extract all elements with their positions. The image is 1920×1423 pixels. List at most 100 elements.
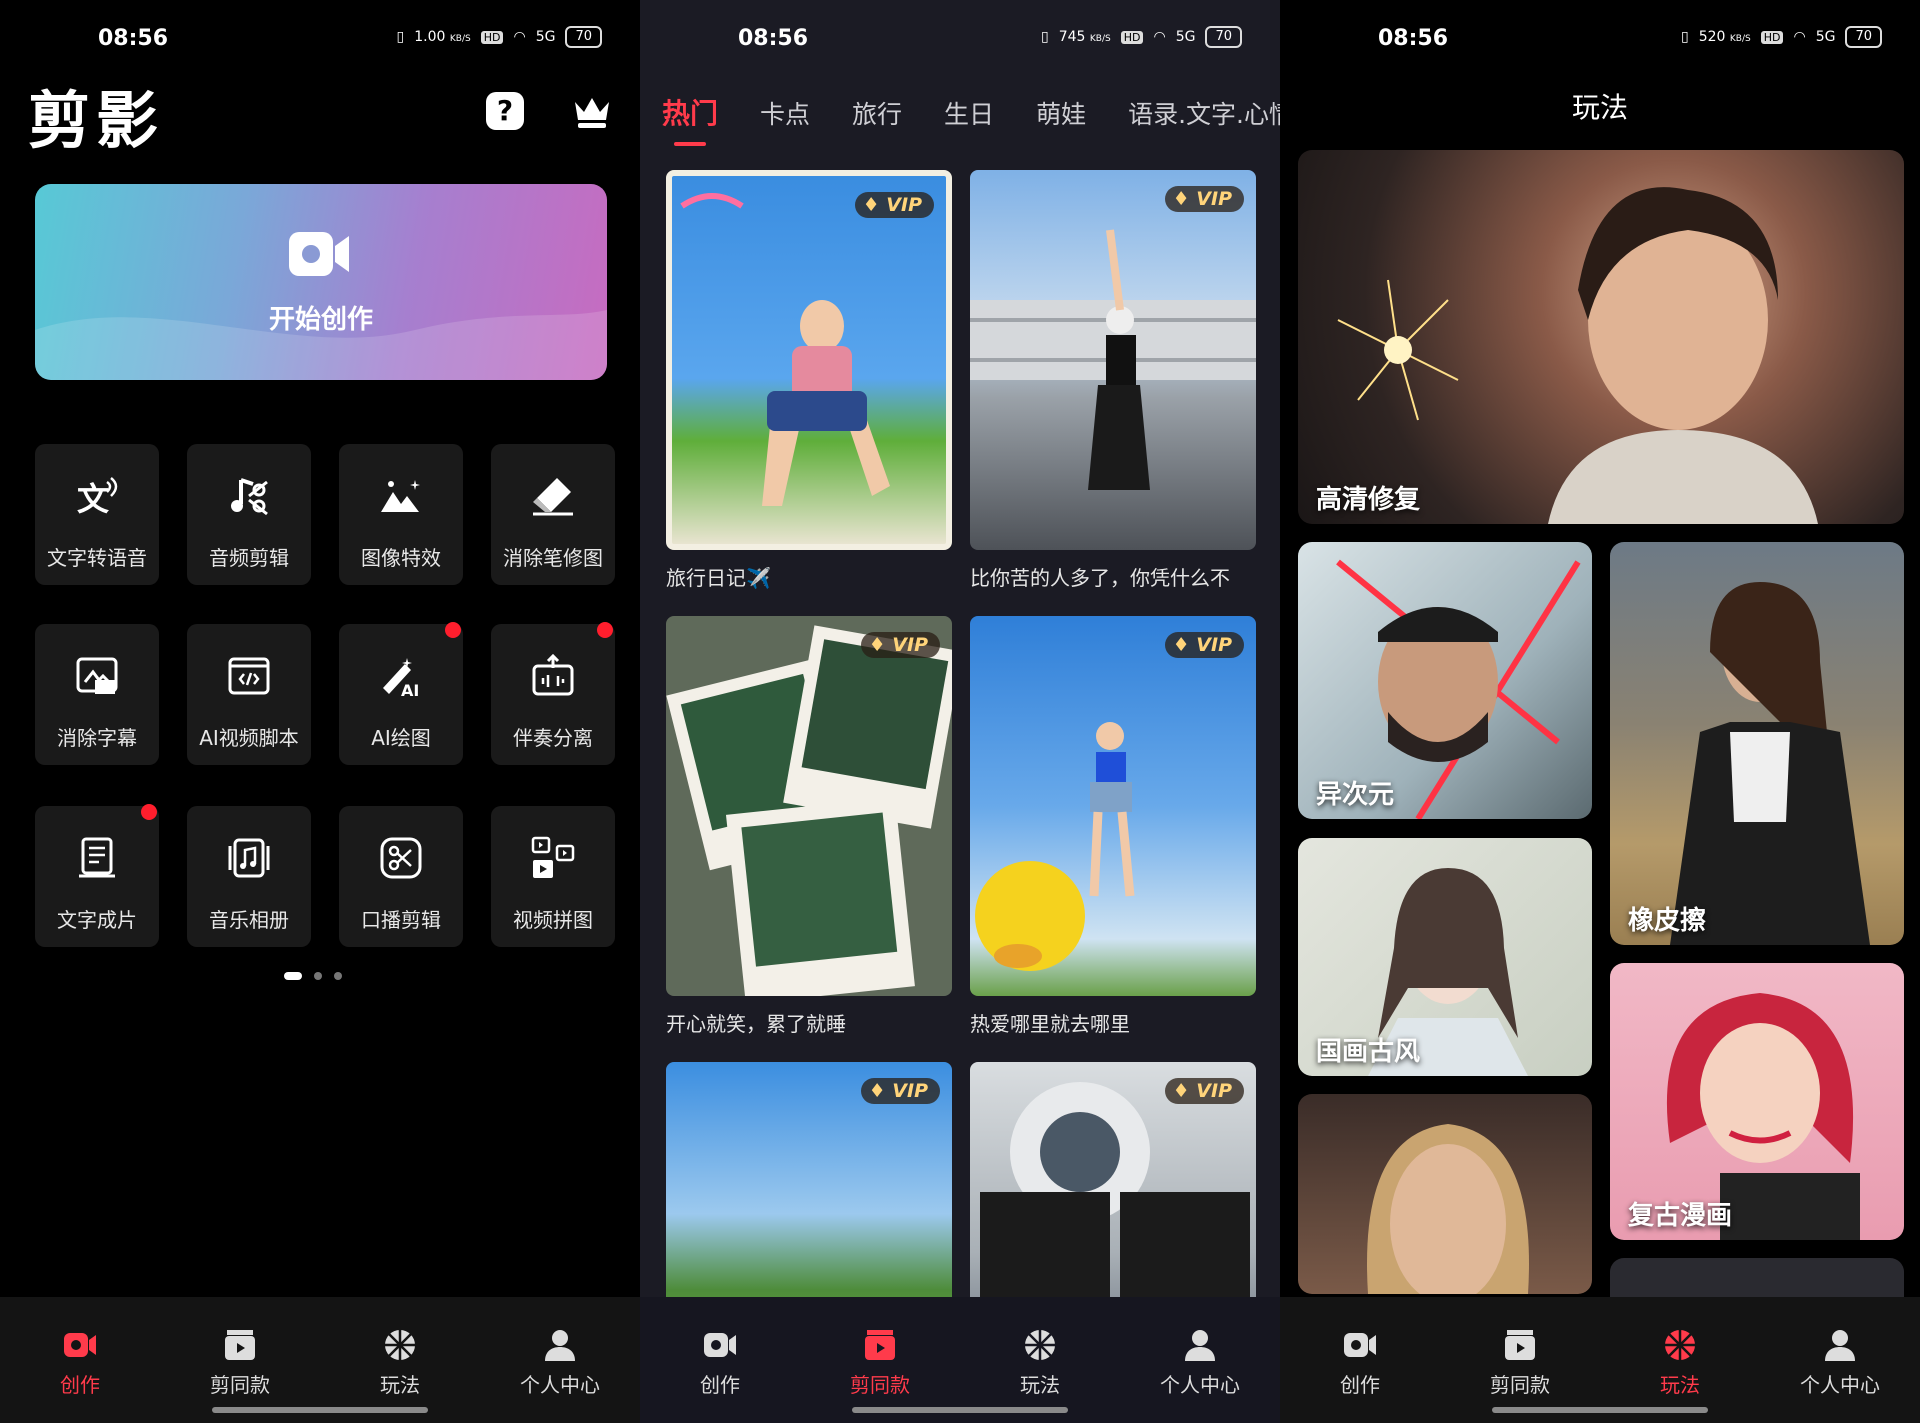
tool-video-collage[interactable]: 视频拼图 (491, 806, 615, 947)
tab-create[interactable]: 创作 (650, 1327, 790, 1398)
page-indicator (284, 972, 342, 980)
template-caption: 旅行日记✈️ (666, 566, 771, 590)
user-icon (545, 1330, 575, 1361)
tool-image-effects[interactable]: 图像特效 (339, 444, 463, 585)
tool-eraser[interactable]: 消除笔修图 (491, 444, 615, 585)
play-card-retro-comic[interactable]: 复古漫画 (1610, 963, 1904, 1240)
tool-text-to-video[interactable]: 文字成片 (35, 806, 159, 947)
text-to-video-icon (79, 837, 115, 878)
template-thumbnail: ♦ VIP (970, 170, 1256, 550)
video-camera-icon (64, 1333, 96, 1357)
ball-icon (385, 1330, 415, 1360)
vip-crown-icon[interactable] (572, 92, 612, 130)
template-caption: 热爱哪里就去哪里 (970, 1012, 1130, 1036)
user-icon (1185, 1330, 1215, 1361)
play-card-eraser[interactable]: 橡皮擦 (1610, 542, 1904, 945)
clapperboard-icon (1505, 1330, 1535, 1360)
tab-play[interactable]: 玩法 (970, 1327, 1110, 1398)
clapperboard-icon (225, 1330, 255, 1360)
play-card-hd-restore[interactable]: 高清修复 (1298, 150, 1904, 524)
play-card-dimension[interactable]: 异次元 (1298, 542, 1592, 819)
wifi-icon: ◠ (1793, 29, 1806, 45)
new-badge-dot (597, 622, 613, 638)
tool-speech-edit[interactable]: 口播剪辑 (339, 806, 463, 947)
tab-birthday[interactable]: 生日 (944, 95, 994, 131)
vip-badge: ♦ VIP (1164, 186, 1244, 212)
home-indicator[interactable] (1492, 1407, 1708, 1413)
tab-create[interactable]: 创作 (10, 1327, 150, 1398)
svg-text:文: 文 (77, 480, 109, 518)
battery-icon: 70 (1205, 26, 1242, 48)
tab-hot[interactable]: 热门 (662, 92, 718, 146)
tab-play[interactable]: 玩法 (1610, 1327, 1750, 1398)
template-caption: 比你苦的人多了，你凭什么不 (970, 566, 1230, 590)
user-icon (1825, 1330, 1855, 1361)
template-card[interactable]: ♦ VIP 热爱哪里就去哪里 (970, 616, 1256, 1037)
tab-profile[interactable]: 个人中心 (1130, 1327, 1270, 1398)
blonde-portrait-illustration (1367, 1124, 1529, 1294)
vibrate-icon: ▯ (1040, 29, 1049, 45)
hd-icon: HD (480, 30, 504, 44)
template-card[interactable]: ♦ VIP 比你苦的人多了，你凭什么不 (970, 170, 1256, 591)
accompaniment-icon (532, 654, 574, 696)
railing-photo-illustration (970, 229, 1256, 490)
page-dot-active (284, 972, 302, 980)
tab-play[interactable]: 玩法 (330, 1327, 470, 1398)
tab-travel[interactable]: 旅行 (852, 95, 902, 131)
eraser-icon (533, 478, 573, 516)
remove-subtitle-icon (76, 657, 118, 694)
play-card-chinese-painting[interactable]: 国画古风 (1298, 838, 1592, 1076)
video-camera-icon (704, 1333, 736, 1357)
bottom-tab-bar: 创作 剪同款 玩法 个人中心 (0, 1297, 640, 1423)
page-dot (334, 972, 342, 980)
template-caption: 开心就笑，累了就睡 (666, 1012, 846, 1036)
girl-photo-illustration (680, 193, 890, 506)
music-album-icon (228, 838, 270, 878)
wifi-icon: ◠ (1153, 29, 1166, 45)
tab-quotes[interactable]: 语录.文字.心情 (1128, 95, 1280, 131)
vip-badge: ♦ VIP (860, 632, 940, 658)
vibrate-icon: ▯ (396, 29, 405, 45)
tool-accompaniment[interactable]: 伴奏分离 (491, 624, 615, 765)
video-camera-icon (289, 232, 349, 276)
tab-baby[interactable]: 萌娃 (1036, 95, 1086, 131)
tool-remove-subtitle[interactable]: 消除字幕 (35, 624, 159, 765)
net-speed: 1.00 KB/S (414, 29, 471, 45)
tab-create[interactable]: 创作 (1290, 1327, 1430, 1398)
status-icons: ▯ 1.00 KB/S HD ◠ 5G 70 (397, 26, 602, 48)
signal-icon: 5G (1815, 29, 1836, 45)
woman-illustration (1670, 582, 1870, 945)
help-icon[interactable]: ? (486, 92, 524, 130)
video-camera-icon (1344, 1333, 1376, 1357)
template-thumbnail: ♦ VIP (666, 616, 952, 996)
hd-icon: HD (1760, 30, 1784, 44)
page-dot (314, 972, 322, 980)
video-collage-icon (531, 836, 575, 878)
tab-profile[interactable]: 个人中心 (1770, 1327, 1910, 1398)
tool-text-to-speech[interactable]: 文 文字转语音 (35, 444, 159, 585)
tab-beat[interactable]: 卡点 (760, 95, 810, 131)
home-indicator[interactable] (852, 1407, 1068, 1413)
tool-ai-script[interactable]: AI视频脚本 (187, 624, 311, 765)
tab-templates[interactable]: 剪同款 (170, 1327, 310, 1398)
play-card-portrait[interactable] (1298, 1094, 1592, 1294)
play-screen: 08:56 ▯ 520 KB/S HD ◠ 5G 70 玩法 高清修复 异次元 … (1280, 0, 1920, 1423)
tool-music-album[interactable]: 音乐相册 (187, 806, 311, 947)
tool-audio-edit[interactable]: 音频剪辑 (187, 444, 311, 585)
battery-icon: 70 (1845, 26, 1882, 48)
status-bar: 08:56 ▯ 1.00 KB/S HD ◠ 5G 70 (0, 0, 640, 80)
status-icons: ▯ 520 KB/S HD ◠ 5G 70 (1681, 26, 1882, 48)
tab-profile[interactable]: 个人中心 (490, 1327, 630, 1398)
status-bar: 08:56 ▯ 520 KB/S HD ◠ 5G 70 (1280, 0, 1920, 80)
tab-templates[interactable]: 剪同款 (810, 1327, 950, 1398)
tool-ai-draw[interactable]: AI AI绘图 (339, 624, 463, 765)
template-card[interactable]: ♦ VIP 旅行日记✈️ (666, 170, 952, 591)
home-indicator[interactable] (212, 1407, 428, 1413)
templates-screen: 08:56 ▯ 745 KB/S HD ◠ 5G 70 热门 卡点 旅行 生日 萌娃 语录… (640, 0, 1280, 1423)
new-badge-dot (445, 622, 461, 638)
page-title: 玩法 (1571, 91, 1628, 124)
tab-templates[interactable]: 剪同款 (1450, 1327, 1590, 1398)
clapperboard-icon (865, 1330, 895, 1360)
template-card[interactable]: ♦ VIP 开心就笑，累了就睡 (666, 616, 952, 1037)
start-create-button[interactable]: 开始创作 (35, 184, 607, 380)
